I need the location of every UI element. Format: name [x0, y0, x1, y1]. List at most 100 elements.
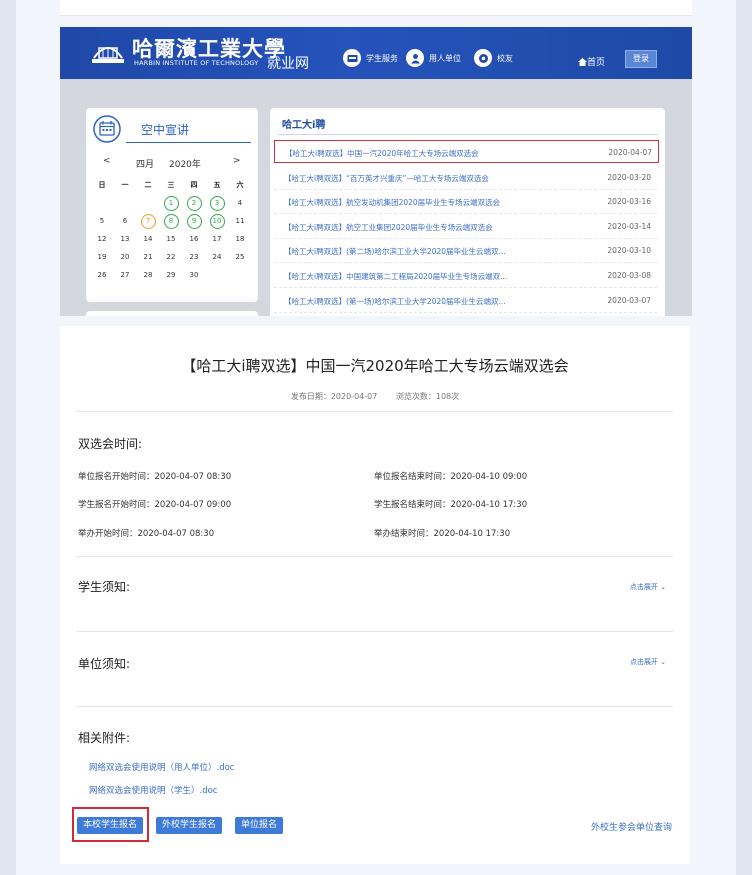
calendar-day-number: 4	[237, 199, 243, 207]
calendar-title[interactable]: 空中宣讲	[141, 121, 189, 138]
calendar-day[interactable]: 4	[229, 194, 251, 212]
top-strip	[60, 0, 692, 16]
calendar-day[interactable]: 10	[206, 212, 228, 230]
unit-signup-start: 单位报名开始时间：2020-04-07 08:30	[78, 472, 232, 482]
calendar-day-number: 17	[212, 235, 222, 243]
news-list-item[interactable]: 【哈工大i聘双选】“百万英才兴重庆”—哈工大专场云端双选会 2020-03-20	[274, 165, 657, 190]
weekday-label: 二	[144, 181, 152, 189]
news-title-divider	[278, 134, 658, 135]
calendar-day[interactable]: 28	[137, 266, 159, 284]
student-notice-expand[interactable]: 点击展开 ⌄	[630, 582, 666, 592]
news-list-item[interactable]: 【哈工大i聘双选】航空发动机集团2020届毕业生专场云端双选会 2020-03-1…	[274, 189, 657, 215]
external-student-signup-button[interactable]: 外校学生报名	[156, 817, 223, 834]
news-item-title: 【哈工大i聘双选】(第一场)哈尔滨工业大学2020届毕业生云端双...	[284, 296, 506, 306]
site-name[interactable]: 就业网	[267, 53, 309, 73]
calendar-day-number: 1	[163, 196, 179, 211]
external-student-units-link[interactable]: 外校生参会单位查询	[591, 820, 672, 833]
calendar-day[interactable]: 12	[91, 230, 113, 248]
unit-signup-end: 单位报名结束时间：2020-04-10 09:00	[374, 472, 528, 482]
news-item-date: 2020-03-07	[607, 295, 651, 305]
news-list-item[interactable]: 【哈工大i聘双选】(第一场)哈尔滨工业大学2020届毕业生云端双... 2020-…	[274, 288, 657, 313]
news-item-title: 【哈工大i聘双选】(第二场)哈尔滨工业大学2020届毕业生云端双...	[284, 247, 506, 257]
publish-date: 发布日期：2020-04-07	[290, 392, 378, 401]
student-notice-title: 学生须知:	[78, 580, 131, 594]
news-panel: 哈工大i聘 【哈工大i聘双选】中国一汽2020年哈工大专场云端双选会 2020-0…	[270, 108, 665, 316]
calendar-day[interactable]: 21	[137, 248, 159, 266]
calendar-day-number: 14	[143, 235, 153, 243]
attachment-link-student[interactable]: 网络双选会使用说明（学生）.doc	[89, 784, 217, 796]
calendar-day[interactable]: 15	[160, 230, 182, 248]
calendar-day-number: 6	[122, 217, 128, 225]
calendar-day[interactable]: 29	[160, 266, 182, 284]
calendar-day[interactable]: 23	[183, 248, 205, 266]
calendar-day[interactable]: 9	[183, 212, 205, 230]
calendar-day[interactable]: 13	[114, 230, 136, 248]
calendar-empty-cell	[137, 194, 159, 212]
nav-student-service[interactable]: 学生服务	[343, 49, 398, 67]
unit-notice-expand[interactable]: 点击展开 ⌄	[630, 657, 666, 667]
weekday-label: 四	[190, 181, 198, 189]
calendar-empty-cell	[229, 266, 251, 284]
calendar-day[interactable]: 17	[206, 230, 228, 248]
home-icon	[578, 57, 587, 66]
next-panel-stub	[86, 311, 258, 316]
calendar-month-header: < 四月 2020年 >	[86, 156, 258, 170]
divider	[76, 631, 673, 632]
next-month-button[interactable]: >	[233, 156, 241, 166]
nav-employer[interactable]: 用人单位	[406, 49, 461, 67]
calendar-day[interactable]: 1	[160, 194, 182, 212]
event-start: 举办开始时间：2020-04-07 08:30	[78, 529, 215, 539]
unit-signup-button[interactable]: 单位报名	[235, 817, 284, 834]
nav-label: 用人单位	[429, 53, 461, 63]
calendar-day-number: 11	[235, 217, 245, 225]
news-list-item[interactable]: 【哈工大i聘双选】(第二场)哈尔滨工业大学2020届毕业生云端双... 2020-…	[274, 238, 657, 264]
calendar-day[interactable]: 22	[160, 248, 182, 266]
calendar-day[interactable]: 25	[229, 248, 251, 266]
calendar-week-row: 19 20 21 22 23 24 25	[91, 248, 256, 266]
chevron-down-icon: ⌄	[660, 583, 666, 591]
calendar-day-number: 7	[140, 214, 156, 229]
calendar-day[interactable]: 20	[114, 248, 136, 266]
calendar-week-row: 123 4	[91, 194, 256, 212]
internal-student-signup-button[interactable]: 本校学生报名	[77, 817, 144, 834]
calendar-day[interactable]: 11	[229, 212, 251, 230]
calendar-day[interactable]: 27	[114, 266, 136, 284]
calendar-day[interactable]: 6	[114, 212, 136, 230]
calendar-day[interactable]: 30	[183, 266, 205, 284]
news-list-item[interactable]: 【哈工大i聘双选】航空工业集团2020届毕业生专场云端双选会 2020-03-14	[274, 214, 657, 239]
calendar-day[interactable]: 26	[91, 266, 113, 284]
weekday-label: 一	[121, 181, 129, 189]
calendar-day-number: 9	[186, 214, 202, 229]
attachment-link-employer[interactable]: 网络双选会使用说明（用人单位）.doc	[89, 761, 234, 773]
nav-alumni[interactable]: 校友	[474, 49, 513, 67]
university-seal-icon[interactable]	[90, 36, 126, 70]
calendar-empty-cell	[114, 194, 136, 212]
detail-card: 【哈工大i聘双选】中国一汽2020年哈工大专场云端双选会 发布日期：2020-0…	[60, 326, 690, 864]
news-item-date: 2020-03-14	[607, 221, 651, 231]
calendar-day[interactable]: 16	[183, 230, 205, 248]
nav-home[interactable]: 首页	[578, 55, 605, 68]
news-item-title: 【哈工大i聘双选】“百万英才兴重庆”—哈工大专场云端双选会	[284, 173, 489, 183]
calendar-icon	[93, 115, 121, 147]
calendar-day[interactable]: 2	[183, 194, 205, 212]
calendar-title-underline	[126, 142, 251, 143]
calendar-day[interactable]: 14	[137, 230, 159, 248]
preview-area: 空中宣讲 < 四月 2020年 > 日一二三四五六 1 2 3 4 5 6 7 8 9 10 11 12…	[60, 79, 692, 316]
calendar-day[interactable]: 3	[206, 194, 228, 212]
calendar-day[interactable]: 8	[160, 212, 182, 230]
calendar-day[interactable]: 19	[91, 248, 113, 266]
calendar-day[interactable]: 24	[206, 248, 228, 266]
news-list-item[interactable]: 【哈工大i聘双选】中国一汽2020年哈工大专场云端双选会 2020-04-07	[274, 140, 659, 163]
login-button[interactable]: 登录	[625, 50, 657, 68]
student-signup-start: 学生报名开始时间：2020-04-07 09:00	[78, 500, 232, 510]
calendar-day-number: 12	[97, 235, 107, 243]
calendar-day[interactable]: 7	[137, 212, 159, 230]
calendar-month: 四月	[136, 160, 155, 170]
calendar-day[interactable]: 5	[91, 212, 113, 230]
news-panel-title[interactable]: 哈工大i聘	[282, 116, 325, 131]
calendar-day[interactable]: 18	[229, 230, 251, 248]
news-list-item[interactable]: 【哈工大i聘双选】中国建筑第二工程局2020届毕业生专场云端双... 2020-0…	[274, 263, 657, 288]
article-meta: 发布日期：2020-04-07 浏览次数：108次	[60, 391, 690, 402]
prev-month-button[interactable]: <	[103, 156, 111, 166]
calendar-day-number: 5	[99, 217, 105, 225]
